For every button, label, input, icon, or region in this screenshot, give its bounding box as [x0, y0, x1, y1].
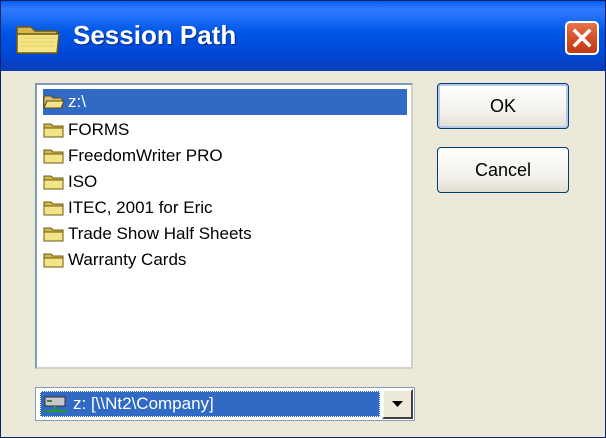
list-item[interactable]: Warranty Cards	[43, 247, 186, 273]
session-path-dialog: Session Path z:\ FORMS FreedomWriter PRO…	[0, 0, 606, 438]
folder-icon	[43, 201, 64, 216]
window-title: Session Path	[73, 20, 237, 50]
folder-icon	[43, 253, 64, 268]
chevron-down-icon	[392, 401, 403, 407]
dropdown-button[interactable]	[382, 389, 413, 419]
drive-select[interactable]: z: [\\Nt2\Company]	[35, 387, 415, 421]
folder-icon	[43, 175, 64, 190]
close-icon	[572, 28, 592, 48]
list-item[interactable]: FreedomWriter PRO	[43, 143, 223, 169]
list-item[interactable]: ISO	[43, 169, 97, 195]
list-item-label: FORMS	[68, 120, 130, 139]
list-item-label: Warranty Cards	[68, 250, 187, 269]
folder-icon	[16, 26, 60, 54]
list-item[interactable]: Trade Show Half Sheets	[43, 221, 252, 247]
open-folder-icon	[43, 95, 65, 109]
title-bar[interactable]: Session Path	[1, 1, 605, 71]
dialog-body: z:\ FORMS FreedomWriter PRO ISO ITEC, 20…	[1, 71, 605, 437]
drive-select-value[interactable]: z: [\\Nt2\Company]	[40, 391, 380, 417]
cancel-button[interactable]: Cancel	[437, 147, 569, 193]
folder-list[interactable]: z:\ FORMS FreedomWriter PRO ISO ITEC, 20…	[35, 83, 413, 369]
ok-button[interactable]: OK	[437, 83, 569, 129]
drive-select-label: z: [\\Nt2\Company]	[73, 394, 214, 413]
folder-icon	[43, 149, 64, 164]
close-button[interactable]	[565, 21, 599, 55]
list-item[interactable]: z:\	[43, 89, 407, 115]
network-drive-icon	[44, 396, 67, 412]
list-item-label: ITEC, 2001 for Eric	[68, 198, 213, 217]
list-item[interactable]: ITEC, 2001 for Eric	[43, 195, 213, 221]
list-item-label: z:\	[68, 92, 86, 111]
list-item[interactable]: FORMS	[43, 117, 129, 143]
folder-icon	[43, 123, 64, 138]
list-item-label: Trade Show Half Sheets	[68, 224, 252, 243]
list-item-label: ISO	[68, 172, 98, 191]
folder-icon	[43, 227, 64, 242]
list-item-label: FreedomWriter PRO	[68, 146, 223, 165]
